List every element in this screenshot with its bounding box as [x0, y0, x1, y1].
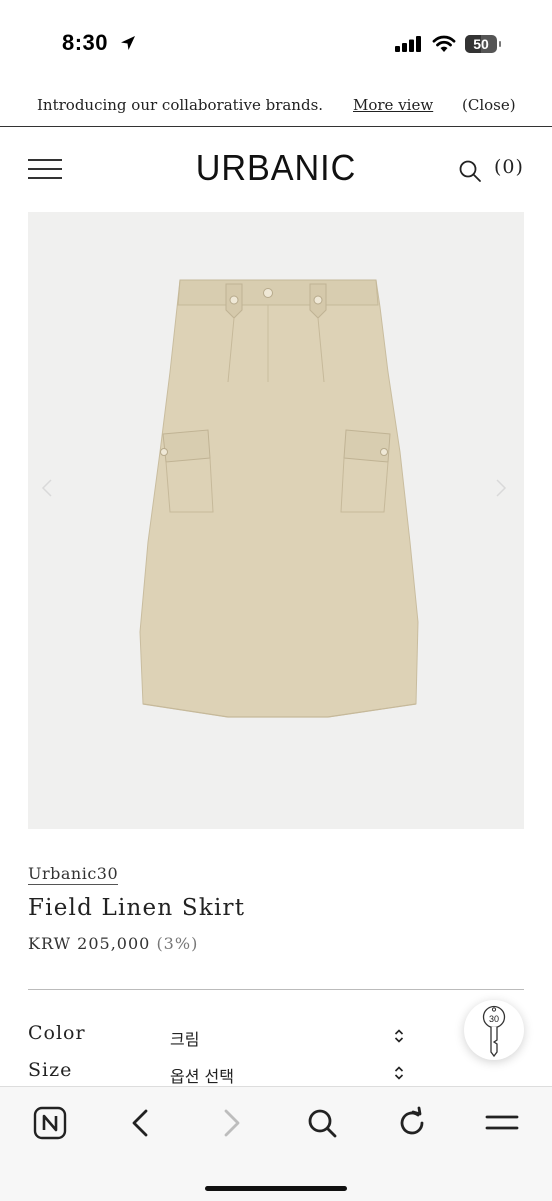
promo-banner: Introducing our collaborative brands. Mo… — [0, 88, 552, 127]
price-discount: (3%) — [156, 934, 199, 953]
coupon-floating-button[interactable]: 30 — [464, 1000, 524, 1060]
status-time: 8:30 — [62, 30, 109, 55]
size-select-value[interactable]: 옵션 선택 — [170, 1063, 234, 1087]
battery-cap — [499, 41, 501, 47]
chevron-right-icon[interactable] — [494, 478, 508, 498]
battery-percentage: 50 — [473, 36, 489, 52]
cart-count[interactable]: (0) — [494, 156, 524, 178]
forward-arrow-icon[interactable] — [218, 1105, 246, 1141]
search-icon[interactable] — [458, 159, 482, 183]
divider — [28, 989, 524, 990]
location-arrow-icon — [121, 36, 135, 50]
product-name: Field Linen Skirt — [28, 895, 246, 921]
select-caret-icon[interactable] — [393, 1065, 405, 1081]
color-select-value[interactable]: 크림 — [170, 1026, 199, 1050]
status-bar: 8:30 50 — [0, 0, 552, 88]
price-amount: KRW 205,000 — [28, 934, 151, 953]
promo-text: Introducing our collaborative brands. — [37, 96, 324, 114]
menu-icon[interactable] — [484, 1105, 520, 1141]
color-option-label: Color — [28, 1022, 86, 1044]
site-header: URBANIC (0) — [0, 127, 552, 212]
product-image[interactable] — [28, 212, 524, 829]
select-caret-icon[interactable] — [393, 1028, 405, 1044]
cellular-signal-icon — [395, 36, 421, 52]
coupon-badge-text: 30 — [489, 1014, 499, 1024]
home-indicator — [205, 1186, 347, 1191]
promo-more-view-link[interactable]: More view — [353, 96, 433, 114]
back-arrow-icon[interactable] — [126, 1105, 154, 1141]
size-option-label: Size — [28, 1059, 73, 1081]
chevron-left-icon[interactable] — [40, 478, 54, 498]
skirt-illustration — [139, 279, 419, 718]
search-icon[interactable] — [304, 1105, 340, 1141]
battery-icon: 50 — [465, 35, 497, 53]
product-price: KRW 205,000 (3%) — [28, 934, 198, 953]
browser-toolbar — [0, 1086, 552, 1201]
key-tag-icon: 30 — [482, 1005, 506, 1058]
promo-close-button[interactable]: (Close) — [462, 96, 516, 114]
product-brand-link[interactable]: Urbanic30 — [28, 864, 119, 885]
reload-icon[interactable] — [394, 1105, 430, 1141]
naver-home-icon[interactable] — [32, 1105, 68, 1141]
wifi-icon — [432, 35, 456, 52]
